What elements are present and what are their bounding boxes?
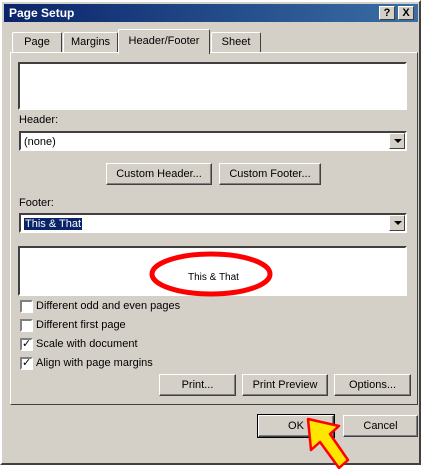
tab-header-footer[interactable]: Header/Footer: [118, 29, 210, 54]
highlight-ellipse: [149, 251, 273, 297]
annotation-overlay: [149, 251, 350, 469]
pointer-arrow-icon: [306, 417, 350, 469]
